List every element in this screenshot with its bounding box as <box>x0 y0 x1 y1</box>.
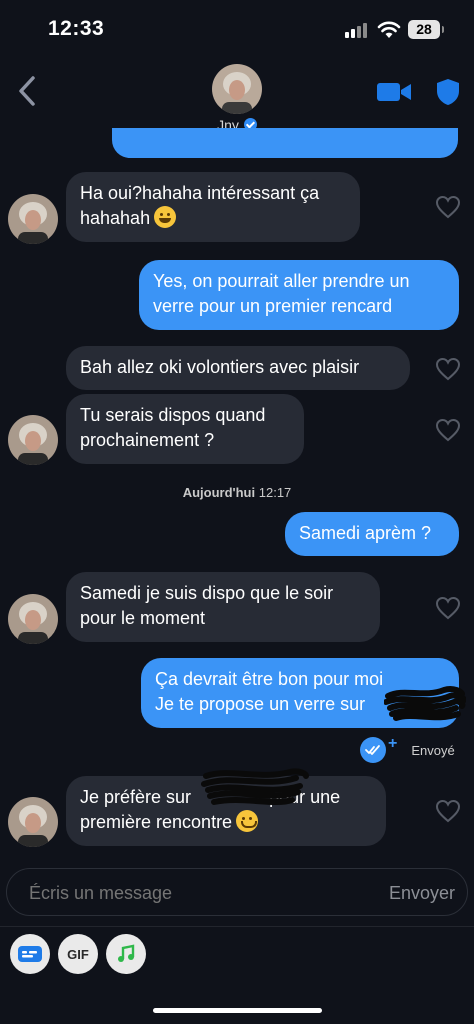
plus-icon: + <box>388 735 398 752</box>
delivery-status-label: Envoyé <box>411 742 455 758</box>
incoming-message[interactable]: Samedi je suis dispo que le soir pour le… <box>66 572 380 642</box>
card-button[interactable] <box>10 934 50 974</box>
outgoing-message[interactable]: Yes, on pourrait aller prendre un verre … <box>139 260 459 330</box>
message-bubble-partial <box>112 128 458 158</box>
message-text: Samedi je suis dispo que le soir pour le… <box>80 583 334 628</box>
video-camera-icon <box>377 83 411 101</box>
incoming-message[interactable]: Tu serais dispos quand prochainement ? <box>66 394 304 464</box>
divider <box>0 926 474 927</box>
double-check-icon <box>360 737 386 763</box>
music-note-icon <box>118 944 135 962</box>
redaction-scribble <box>201 768 309 805</box>
sender-avatar[interactable] <box>8 415 58 465</box>
date-separator-time: 12:17 <box>258 485 292 500</box>
id-card-icon <box>18 946 42 962</box>
message-input[interactable] <box>29 869 349 917</box>
incoming-message[interactable]: Bah allez oki volontiers avec plaisir <box>66 346 410 390</box>
wifi-icon <box>377 20 401 40</box>
like-heart-icon[interactable] <box>435 799 461 823</box>
cellular-signal-icon <box>345 22 371 38</box>
like-heart-icon[interactable] <box>435 418 461 442</box>
battery-indicator: 28 <box>408 20 444 39</box>
home-indicator[interactable] <box>153 1008 322 1013</box>
chevron-left-icon <box>19 76 35 106</box>
status-bar: 12:33 28 <box>0 0 474 60</box>
message-text: première rencontre <box>80 812 233 832</box>
date-separator: Aujourd'hui 12:17 <box>0 485 474 500</box>
message-text: Je préfère sur <box>80 787 192 807</box>
date-separator-day: Aujourd'hui <box>182 485 256 500</box>
back-button[interactable] <box>14 73 40 109</box>
safety-button[interactable] <box>436 78 460 106</box>
sender-avatar[interactable] <box>8 194 58 244</box>
status-time: 12:33 <box>48 17 105 40</box>
message-composer: Envoyer <box>6 868 468 917</box>
delivery-status: + Envoyé <box>360 735 455 764</box>
grinning-face-emoji-icon <box>154 206 177 228</box>
smiling-face-emoji-icon <box>236 810 259 832</box>
music-button[interactable] <box>106 934 146 974</box>
sender-avatar[interactable] <box>8 594 58 644</box>
message-text: Samedi aprèm ? <box>299 523 432 543</box>
like-heart-icon[interactable] <box>435 596 461 620</box>
outgoing-message[interactable]: Samedi aprèm ? <box>285 512 459 556</box>
gif-button[interactable]: GIF <box>58 934 98 974</box>
send-button[interactable]: Envoyer <box>389 869 455 917</box>
video-call-button[interactable] <box>376 80 412 104</box>
shield-icon <box>437 79 459 105</box>
gif-label: GIF <box>67 946 89 962</box>
like-heart-icon[interactable] <box>435 195 461 219</box>
message-text: Bah allez oki volontiers avec plaisir <box>80 357 360 377</box>
contact-avatar[interactable] <box>212 64 262 114</box>
sender-avatar[interactable] <box>8 797 58 847</box>
message-text: Ha oui?hahaha intéressant ça hahahah <box>80 183 320 228</box>
like-heart-icon[interactable] <box>435 357 461 381</box>
message-text: Tu serais dispos quand prochainement ? <box>80 405 266 450</box>
redaction-scribble <box>384 686 466 721</box>
incoming-message[interactable]: Ha oui?hahaha intéressant ça hahahah <box>66 172 360 242</box>
message-text: Yes, on pourrait aller prendre un verre … <box>153 271 410 316</box>
